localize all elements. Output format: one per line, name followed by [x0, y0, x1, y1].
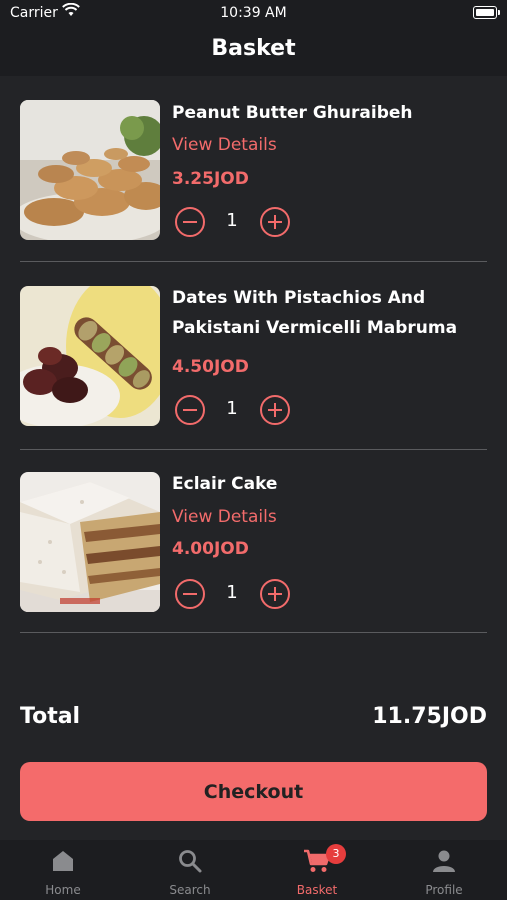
item-price: 3.25JOD: [172, 169, 249, 189]
item-name: Eclair Cake: [172, 474, 278, 494]
basket-item: Dates With Pistachios And Pakistani Verm…: [20, 286, 487, 428]
tab-bar: Home Search 3 Basket Profile: [0, 840, 507, 900]
increase-quantity-button[interactable]: [260, 579, 290, 609]
basket-item: Eclair Cake View Details 4.00JOD 1: [20, 472, 487, 614]
item-name: Dates With Pistachios And Pakistani Verm…: [172, 288, 458, 338]
divider: [20, 261, 487, 262]
tab-label: Search: [169, 883, 211, 897]
basket-item: Peanut Butter Ghuraibeh View Details 3.2…: [20, 100, 487, 242]
battery-icon: [473, 6, 500, 19]
tab-basket[interactable]: 3 Basket: [254, 840, 380, 900]
total-value: 11.75JOD: [372, 704, 487, 729]
navigation-bar: Basket: [0, 30, 507, 76]
decrease-quantity-button[interactable]: [175, 395, 205, 425]
decrease-quantity-button[interactable]: [175, 207, 205, 237]
quantity-value: 1: [226, 210, 238, 231]
tab-label: Home: [45, 883, 81, 897]
divider: [20, 449, 487, 450]
search-icon: [179, 850, 202, 873]
item-price: 4.00JOD: [172, 539, 249, 559]
page-title: Basket: [211, 36, 296, 61]
home-icon: [53, 851, 73, 871]
product-image[interactable]: [20, 286, 160, 426]
status-bar: Carrier 10:39 AM: [0, 0, 507, 30]
profile-icon: [433, 850, 455, 872]
quantity-value: 1: [226, 582, 238, 603]
view-details-link[interactable]: View Details: [172, 507, 277, 527]
clock: 10:39 AM: [220, 5, 287, 21]
view-details-link[interactable]: View Details: [172, 135, 277, 155]
item-price: 4.50JOD: [172, 357, 249, 377]
product-image[interactable]: [20, 100, 160, 240]
tab-profile[interactable]: Profile: [381, 840, 507, 900]
product-image[interactable]: [20, 472, 160, 612]
cart-count-badge: 3: [326, 844, 346, 864]
tab-search[interactable]: Search: [127, 840, 253, 900]
divider: [20, 632, 487, 633]
tab-label: Profile: [425, 883, 463, 897]
tab-home[interactable]: Home: [0, 840, 126, 900]
total-label: Total: [20, 704, 81, 729]
quantity-value: 1: [226, 398, 238, 419]
increase-quantity-button[interactable]: [260, 395, 290, 425]
tab-label: Basket: [296, 883, 338, 897]
increase-quantity-button[interactable]: [260, 207, 290, 237]
item-name: Peanut Butter Ghuraibeh: [172, 103, 413, 123]
checkout-button[interactable]: Checkout: [20, 762, 487, 821]
decrease-quantity-button[interactable]: [175, 579, 205, 609]
